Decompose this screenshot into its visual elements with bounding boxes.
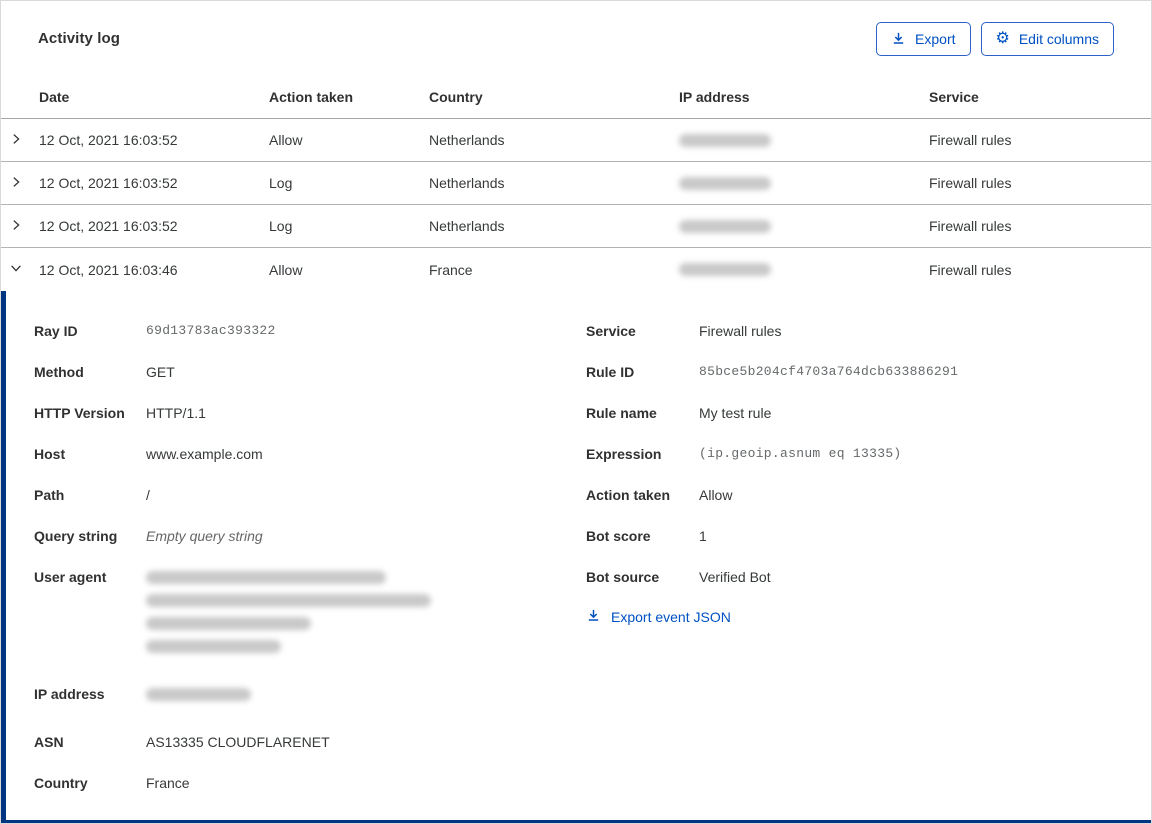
page-title: Activity log [38, 30, 121, 47]
detail-field-method: Method GET [34, 364, 175, 380]
event-detail-right-column: Service Firewall rules Rule ID 85bce5b20… [586, 321, 986, 626]
event-detail-panel: Ray ID 69d13783ac393322 Method GET HTTP … [1, 291, 1151, 823]
header-actions: Export ⚙ Edit columns [876, 21, 1114, 56]
column-header-date: Date [39, 89, 70, 105]
cell-service: Firewall rules [929, 132, 1012, 148]
redacted-ip-value [146, 684, 432, 711]
event-detail-left-column: Ray ID 69d13783ac393322 Method GET HTTP … [34, 321, 432, 814]
cell-country: Netherlands [429, 132, 505, 148]
download-icon [891, 31, 906, 46]
chevron-right-icon [9, 218, 23, 235]
detail-field-service: Service Firewall rules [586, 323, 782, 339]
table-header: Date Action taken Country IP address Ser… [1, 76, 1151, 119]
export-button[interactable]: Export [876, 21, 971, 56]
cell-date: 12 Oct, 2021 16:03:46 [39, 261, 178, 278]
expand-row-button[interactable] [7, 173, 25, 194]
column-header-country: Country [429, 89, 483, 105]
cell-country: France [429, 261, 473, 278]
column-header-action-taken: Action taken [269, 89, 354, 105]
cell-ip-address [679, 219, 929, 233]
cell-country: Netherlands [429, 175, 505, 191]
cell-ip-address [679, 133, 929, 147]
detail-field-http-version: HTTP Version HTTP/1.1 [34, 405, 206, 421]
table-row[interactable]: 12 Oct, 2021 16:03:52 Allow Netherlands … [1, 119, 1151, 162]
chevron-right-icon [9, 175, 23, 192]
cell-date: 12 Oct, 2021 16:03:52 [39, 132, 178, 148]
chevron-down-icon [9, 261, 23, 278]
cell-action-taken: Allow [269, 132, 303, 148]
cell-action-taken: Allow [269, 261, 303, 278]
cell-ip-address [679, 263, 929, 276]
table-row[interactable]: 12 Oct, 2021 16:03:52 Log Netherlands Fi… [1, 205, 1151, 248]
table-row-expanded[interactable]: 12 Oct, 2021 16:03:46 Allow France Firew… [1, 248, 1151, 291]
detail-field-country: Country France [34, 775, 190, 791]
redacted-ip-value [679, 263, 771, 276]
detail-field-rule-id: Rule ID 85bce5b204cf4703a764dcb633886291 [586, 364, 959, 380]
edit-columns-button[interactable]: ⚙ Edit columns [980, 21, 1114, 56]
expand-row-button[interactable] [7, 130, 25, 151]
download-icon [586, 608, 601, 626]
cell-action-taken: Log [269, 218, 293, 234]
redacted-user-agent-value [146, 567, 432, 663]
table-row[interactable]: 12 Oct, 2021 16:03:52 Log Netherlands Fi… [1, 162, 1151, 205]
cell-date: 12 Oct, 2021 16:03:52 [39, 175, 178, 191]
detail-field-query-string: Query string Empty query string [34, 528, 263, 544]
column-header-ip-address: IP address [679, 89, 750, 105]
edit-columns-label: Edit columns [1018, 30, 1099, 47]
export-button-label: Export [915, 30, 956, 47]
detail-field-expression: Expression (ip.geoip.asnum eq 13335) [586, 446, 902, 462]
activity-log-panel: Activity log Export ⚙ Edit columns Date … [0, 0, 1152, 824]
detail-field-asn: ASN AS13335 CLOUDFLARENET [34, 734, 330, 750]
topbar: Activity log Export ⚙ Edit columns [1, 1, 1151, 76]
detail-field-host: Host www.example.com [34, 446, 263, 462]
expand-row-button[interactable] [7, 216, 25, 237]
redacted-ip-value [679, 219, 771, 233]
cell-ip-address [679, 176, 929, 190]
detail-field-rule-name: Rule name My test rule [586, 405, 772, 421]
export-event-json-link[interactable]: Export event JSON [586, 608, 731, 626]
detail-field-ray-id: Ray ID 69d13783ac393322 [34, 323, 276, 339]
chevron-right-icon [9, 132, 23, 149]
redacted-ip-value [679, 176, 771, 190]
cell-service: Firewall rules [929, 218, 1012, 234]
cell-action-taken: Log [269, 175, 293, 191]
detail-field-path: Path / [34, 487, 150, 503]
collapse-row-button[interactable] [7, 259, 25, 280]
detail-field-action-taken: Action taken Allow [586, 487, 733, 503]
cell-country: Netherlands [429, 218, 505, 234]
cell-service: Firewall rules [929, 261, 1012, 278]
cell-date: 12 Oct, 2021 16:03:52 [39, 218, 178, 234]
detail-field-ip-address: IP address [34, 684, 432, 711]
column-header-service: Service [929, 89, 979, 105]
detail-field-user-agent: User agent [34, 567, 432, 663]
detail-field-bot-source: Bot source Verified Bot [586, 569, 771, 585]
cell-service: Firewall rules [929, 175, 1012, 191]
redacted-ip-value [679, 133, 771, 147]
detail-field-bot-score: Bot score 1 [586, 528, 707, 544]
export-event-json-label: Export event JSON [611, 609, 731, 625]
gear-icon: ⚙ [995, 29, 1010, 47]
